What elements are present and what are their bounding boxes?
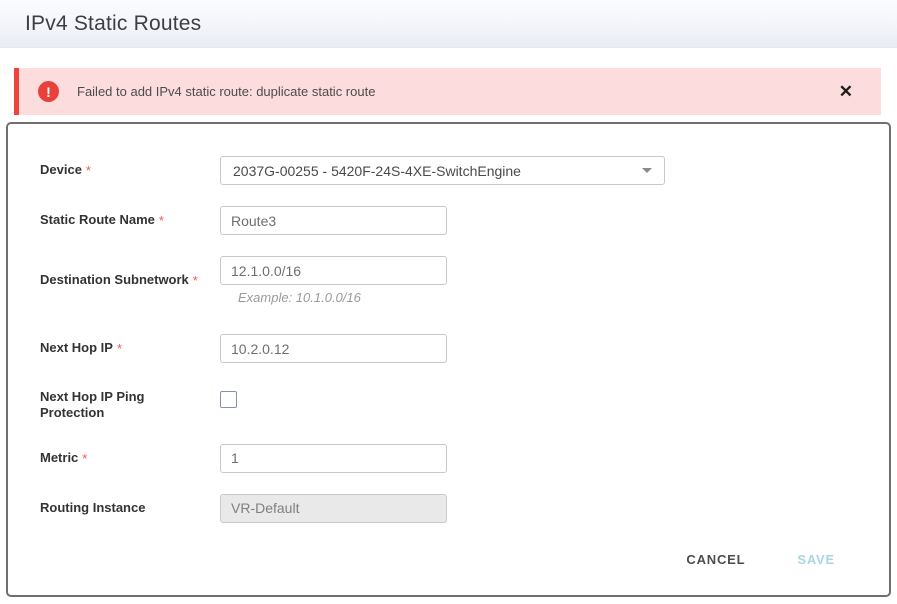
destination-subnetwork-field-group: Example: 10.1.0.0/16 bbox=[220, 256, 447, 305]
page-title: IPv4 Static Routes bbox=[25, 12, 201, 36]
ping-protection-label-col: Next Hop IP Ping Protection bbox=[40, 389, 220, 422]
device-label: Device bbox=[40, 162, 82, 178]
next-hop-ip-label: Next Hop IP bbox=[40, 340, 113, 356]
routing-instance-row: Routing Instance bbox=[8, 494, 889, 523]
device-select[interactable]: 2037G-00255 - 5420F-24S-4XE-SwitchEngine bbox=[220, 156, 665, 185]
device-required-mark: * bbox=[86, 163, 91, 178]
destination-subnetwork-row: Destination Subnetwork * Example: 10.1.0… bbox=[8, 256, 889, 305]
error-message: Failed to add IPv4 static route: duplica… bbox=[77, 84, 835, 99]
chevron-down-icon bbox=[642, 168, 652, 173]
routing-instance-input bbox=[220, 494, 447, 523]
static-route-name-required-mark: * bbox=[159, 213, 164, 228]
ping-protection-checkbox[interactable] bbox=[220, 391, 237, 408]
static-route-form-panel: Device * 2037G-00255 - 5420F-24S-4XE-Swi… bbox=[6, 122, 891, 597]
destination-subnetwork-input[interactable] bbox=[220, 256, 447, 285]
destination-subnetwork-required-mark: * bbox=[193, 273, 198, 288]
metric-input[interactable] bbox=[220, 444, 447, 473]
next-hop-ip-required-mark: * bbox=[117, 341, 122, 356]
cancel-button[interactable]: CANCEL bbox=[684, 548, 747, 571]
actions-row: CANCEL SAVE bbox=[8, 548, 889, 571]
next-hop-ip-input[interactable] bbox=[220, 334, 447, 363]
next-hop-ip-label-col: Next Hop IP * bbox=[40, 334, 220, 363]
error-icon: ! bbox=[38, 81, 59, 102]
metric-label-col: Metric * bbox=[40, 444, 220, 473]
metric-label: Metric bbox=[40, 450, 78, 466]
device-row: Device * 2037G-00255 - 5420F-24S-4XE-Swi… bbox=[8, 156, 889, 185]
routing-instance-label: Routing Instance bbox=[40, 500, 145, 516]
static-route-name-label-col: Static Route Name * bbox=[40, 206, 220, 235]
device-select-value: 2037G-00255 - 5420F-24S-4XE-SwitchEngine bbox=[233, 163, 632, 179]
routing-instance-label-col: Routing Instance bbox=[40, 494, 220, 523]
static-route-name-row: Static Route Name * bbox=[8, 206, 889, 235]
destination-subnetwork-helper: Example: 10.1.0.0/16 bbox=[238, 290, 447, 305]
page-header: IPv4 Static Routes bbox=[0, 0, 897, 48]
destination-subnetwork-label-col: Destination Subnetwork * bbox=[40, 256, 220, 305]
static-route-name-label: Static Route Name bbox=[40, 212, 155, 228]
device-label-col: Device * bbox=[40, 156, 220, 185]
close-icon[interactable]: ✕ bbox=[835, 81, 857, 102]
next-hop-ip-row: Next Hop IP * bbox=[8, 334, 889, 363]
error-banner: ! Failed to add IPv4 static route: dupli… bbox=[14, 68, 881, 115]
ping-protection-row: Next Hop IP Ping Protection bbox=[8, 389, 889, 422]
save-button[interactable]: SAVE bbox=[795, 548, 837, 571]
destination-subnetwork-label: Destination Subnetwork bbox=[40, 272, 189, 288]
metric-required-mark: * bbox=[82, 451, 87, 466]
metric-row: Metric * bbox=[8, 444, 889, 473]
static-route-name-input[interactable] bbox=[220, 206, 447, 235]
ping-protection-label: Next Hop IP Ping Protection bbox=[40, 389, 206, 422]
